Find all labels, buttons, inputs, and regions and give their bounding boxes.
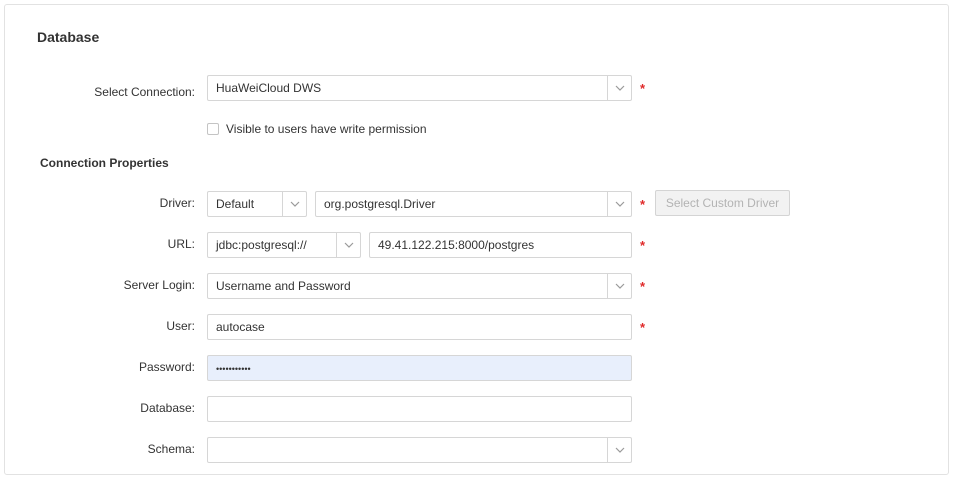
server-login-label: Server Login: xyxy=(123,278,195,292)
url-prefix-dropdown[interactable]: jdbc:postgresql:// xyxy=(207,232,361,258)
driver-label: Driver: xyxy=(159,196,195,210)
chevron-down-icon[interactable] xyxy=(336,233,360,257)
select-connection-value: HuaWeiCloud DWS xyxy=(216,81,322,95)
required-mark: * xyxy=(640,197,646,212)
visible-to-writers-checkbox[interactable] xyxy=(207,123,219,135)
url-prefix-value: jdbc:postgresql:// xyxy=(216,238,307,252)
visible-to-writers-label: Visible to users have write permission xyxy=(226,122,427,136)
chevron-down-icon[interactable] xyxy=(607,438,631,462)
url-label: URL: xyxy=(167,237,195,251)
server-login-dropdown[interactable]: Username and Password xyxy=(207,273,632,299)
user-value: autocase xyxy=(216,320,265,334)
chevron-down-icon[interactable] xyxy=(607,274,631,298)
database-input[interactable] xyxy=(207,396,632,422)
driver-class-dropdown[interactable]: org.postgresql.Driver xyxy=(315,191,632,217)
chevron-down-icon[interactable] xyxy=(282,192,306,216)
user-label: User: xyxy=(166,319,195,333)
url-address-value: 49.41.122.215:8000/postgres xyxy=(378,238,535,252)
chevron-down-icon[interactable] xyxy=(607,192,631,216)
section-title: Database xyxy=(37,29,100,45)
user-input[interactable]: autocase xyxy=(207,314,632,340)
url-address-input[interactable]: 49.41.122.215:8000/postgres xyxy=(369,232,632,258)
driver-type-dropdown[interactable]: Default xyxy=(207,191,307,217)
database-label: Database: xyxy=(140,401,195,415)
password-input[interactable]: ••••••••••• xyxy=(207,355,632,381)
chevron-down-icon[interactable] xyxy=(607,76,631,100)
schema-dropdown[interactable] xyxy=(207,437,632,463)
password-masked-value: ••••••••••• xyxy=(216,364,251,374)
select-connection-label: Select Connection: xyxy=(94,85,195,99)
driver-class-value: org.postgresql.Driver xyxy=(324,197,436,211)
driver-type-value: Default xyxy=(216,197,255,211)
select-custom-driver-button[interactable]: Select Custom Driver xyxy=(655,190,790,216)
required-mark: * xyxy=(640,320,646,335)
required-mark: * xyxy=(640,81,646,96)
server-login-value: Username and Password xyxy=(216,279,351,293)
connection-properties-title: Connection Properties xyxy=(40,156,169,170)
select-connection-dropdown[interactable]: HuaWeiCloud DWS xyxy=(207,75,632,101)
required-mark: * xyxy=(640,279,646,294)
database-panel: Database Select Connection: HuaWeiCloud … xyxy=(4,4,949,475)
required-mark: * xyxy=(640,238,646,253)
password-label: Password: xyxy=(138,360,195,374)
schema-label: Schema: xyxy=(147,442,195,456)
